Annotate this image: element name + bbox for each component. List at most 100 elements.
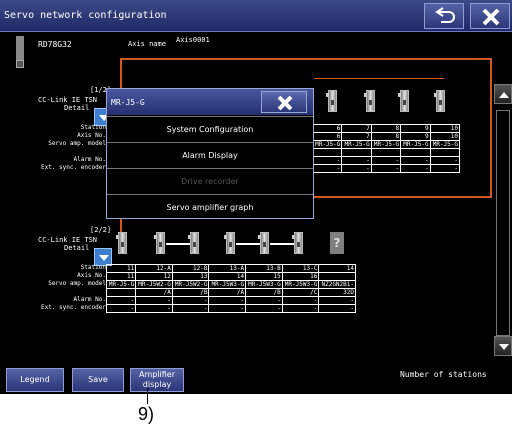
cell: 14 (318, 264, 356, 273)
row-label: Station (80, 264, 106, 271)
network2-detail-label: Detail (64, 244, 90, 252)
row-label: Alarm No. (73, 156, 106, 163)
cell: - (318, 304, 356, 313)
cell: 12 (135, 272, 173, 281)
scroll-down-button[interactable] (494, 336, 512, 356)
blank-row (311, 148, 461, 157)
amplifier-icon[interactable] (398, 90, 409, 112)
cell: - (135, 304, 173, 313)
cell: - (341, 164, 372, 173)
screen: Servo network configuration RD78G32 Axis… (0, 0, 512, 394)
cell: /C (281, 288, 320, 297)
cell: NZ2GN2B1- (318, 280, 356, 289)
popup-close-button[interactable] (261, 91, 307, 113)
network2-page: [2/2] (90, 226, 112, 234)
stations-label: Number of stations (400, 370, 487, 379)
unknown-device-icon[interactable]: ? (330, 232, 344, 254)
cell: - (171, 296, 210, 305)
cell: 12-B (171, 264, 210, 273)
scroll-up-button[interactable] (494, 84, 512, 104)
menu-alarm-display[interactable]: Alarm Display (107, 142, 313, 168)
vertical-scrollbar[interactable] (494, 84, 512, 366)
close-icon (482, 8, 500, 26)
cell: - (135, 296, 173, 305)
cell (105, 288, 137, 297)
cell: - (341, 156, 372, 165)
cell: 7 (341, 124, 372, 133)
controller-model: RD78G32 (38, 40, 72, 49)
cell: MR-J5-G (370, 140, 402, 149)
network1-table: 6 7 8 9 10 6 7 8 9 10 MR-J5-G MR-J5-G MR… (311, 124, 461, 173)
amplifier-icon[interactable] (224, 232, 235, 254)
close-icon (277, 95, 293, 111)
cell: - (171, 304, 210, 313)
cell: 15 (245, 272, 283, 281)
cell: - (429, 164, 461, 173)
cell: 16 (281, 272, 320, 281)
amplifier-icon[interactable] (258, 232, 269, 254)
back-button[interactable] (424, 3, 464, 29)
network-line-right (490, 58, 492, 198)
cell: - (370, 164, 402, 173)
amplifier-popup: MR-J5-G System Configuration Alarm Displ… (106, 88, 314, 219)
cell: 13-A (208, 264, 247, 273)
station-row: 6 7 8 9 10 (311, 124, 461, 133)
cell: - (311, 156, 343, 165)
network2-table: 11 12-A 12-B 13-A 13-B 13-C 14 11 12 13 … (105, 264, 356, 313)
amplifier-icon[interactable] (434, 90, 445, 112)
arrow-down-icon (499, 344, 509, 350)
cell: 13 (171, 272, 210, 281)
cell: 8 (370, 132, 402, 141)
cell: 13-C (281, 264, 320, 273)
cell: MR-J5-G (311, 140, 343, 149)
save-button[interactable]: Save (72, 368, 124, 392)
amplifier-icon[interactable] (116, 232, 127, 254)
title-bar: Servo network configuration (0, 0, 512, 32)
cell: - (429, 156, 461, 165)
scroll-track[interactable] (496, 110, 510, 336)
network1-name: CC-Link IE TSN (38, 96, 98, 104)
cell: - (105, 304, 137, 313)
cell: /A (208, 288, 247, 297)
cell: 11 (105, 272, 137, 281)
amplifier-icon[interactable] (326, 90, 337, 112)
cell: - (318, 296, 356, 305)
cell: /B (171, 288, 210, 297)
encoder-row: - - - - - (311, 164, 461, 173)
cell: 6 (311, 124, 343, 133)
cell: MR-J5-G (105, 280, 137, 289)
axis-name-label: Axis name (128, 40, 166, 48)
close-button[interactable] (470, 3, 510, 29)
cell: /B (245, 288, 283, 297)
callout-line (147, 388, 148, 404)
menu-servo-amplifier-graph[interactable]: Servo amplifier graph (107, 194, 313, 220)
popup-title: MR-J5-G (111, 98, 145, 107)
amplifier-icon[interactable] (292, 232, 303, 254)
row-label: Alarm No. (73, 296, 106, 303)
popup-header: MR-J5-G (107, 89, 313, 115)
cell: MR-J5W3-G (281, 280, 320, 289)
cell: - (400, 156, 431, 165)
cell: 10 (429, 124, 461, 133)
window-title: Servo network configuration (4, 10, 167, 21)
row-label: Station (80, 124, 106, 131)
network-line-branch (314, 78, 444, 79)
amplifier-icon[interactable] (154, 232, 165, 254)
cell: 14 (208, 272, 247, 281)
axis-name-value: Axis0001 (176, 36, 210, 44)
cell: - (245, 296, 283, 305)
amplifier-display-button[interactable]: Amplifier display (130, 368, 184, 392)
cell: - (105, 296, 137, 305)
cell: /A (135, 288, 173, 297)
menu-system-configuration[interactable]: System Configuration (107, 116, 313, 142)
cell: - (208, 296, 247, 305)
model-row: MR-J5-G MR-J5W2-G MR-J5W2-G MR-J5W3-G MR… (105, 280, 356, 289)
amplifier-icon[interactable] (364, 90, 375, 112)
cell: MR-J5W2-G (171, 280, 210, 289)
amplifier-icon[interactable] (188, 232, 199, 254)
legend-button[interactable]: Legend (6, 368, 64, 392)
network-line-top (120, 58, 492, 60)
controller-icon (16, 36, 24, 62)
cell: - (311, 164, 343, 173)
amp-link (166, 243, 190, 245)
